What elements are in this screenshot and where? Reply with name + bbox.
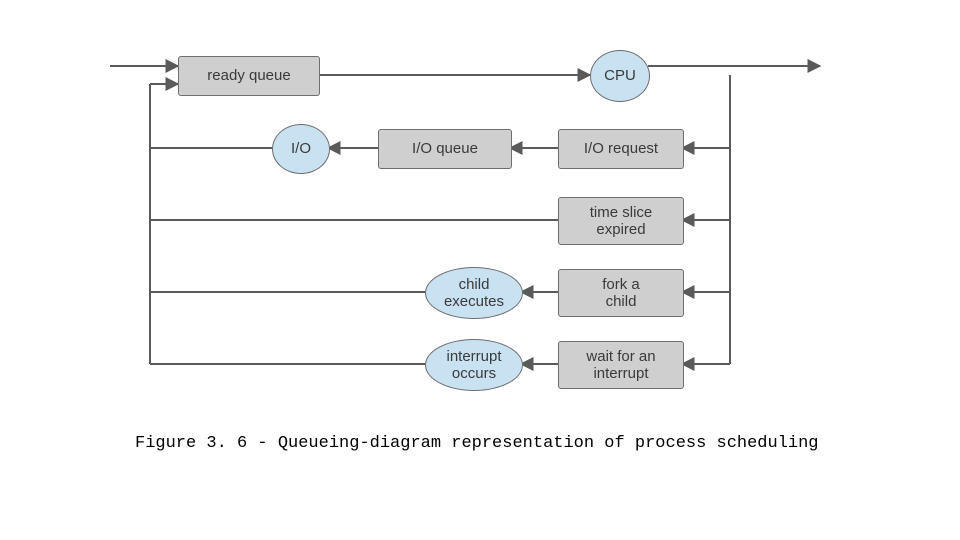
node-io-queue: I/O queue — [378, 129, 512, 169]
figure-caption: Figure 3. 6 - Queueing-diagram represent… — [135, 434, 819, 453]
node-cpu: CPU — [590, 50, 650, 102]
node-fork-child: fork a child — [558, 269, 684, 317]
node-ready-queue: ready queue — [178, 56, 320, 96]
node-child-executes: child executes — [425, 267, 523, 319]
node-interrupt-occurs: interrupt occurs — [425, 339, 523, 391]
node-wait-interrupt: wait for an interrupt — [558, 341, 684, 389]
node-time-slice: time slice expired — [558, 197, 684, 245]
diagram-stage: ready queue CPU I/O I/O queue I/O reques… — [0, 0, 960, 540]
node-io-request: I/O request — [558, 129, 684, 169]
node-io: I/O — [272, 124, 330, 174]
